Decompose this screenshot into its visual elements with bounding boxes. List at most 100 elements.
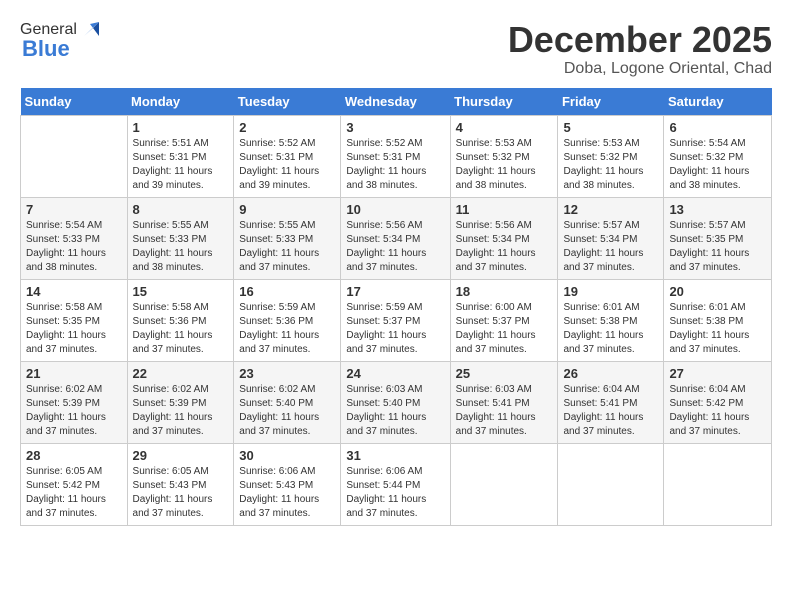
day-number: 25	[456, 366, 553, 381]
page-header: General Blue December 2025 Doba, Logone …	[20, 20, 772, 78]
day-info: Sunrise: 6:02 AM Sunset: 5:39 PM Dayligh…	[133, 383, 229, 439]
day-info: Sunrise: 5:58 AM Sunset: 5:36 PM Dayligh…	[133, 301, 229, 357]
day-number: 3	[346, 120, 444, 135]
logo: General Blue	[20, 20, 101, 62]
day-number: 8	[133, 202, 229, 217]
day-info: Sunrise: 5:54 AM Sunset: 5:33 PM Dayligh…	[26, 219, 122, 275]
day-cell: 15 Sunrise: 5:58 AM Sunset: 5:36 PM Dayli…	[127, 279, 234, 361]
day-cell	[664, 443, 772, 525]
header-friday: Friday	[558, 88, 664, 116]
day-cell	[558, 443, 664, 525]
day-number: 23	[239, 366, 335, 381]
day-cell: 5Sunrise: 5:53 AM Sunset: 5:32 PM Daylig…	[558, 115, 664, 197]
day-cell	[21, 115, 128, 197]
day-info: Sunrise: 5:55 AM Sunset: 5:33 PM Dayligh…	[133, 219, 229, 275]
day-info: Sunrise: 6:05 AM Sunset: 5:43 PM Dayligh…	[133, 465, 229, 521]
day-number: 1	[133, 120, 229, 135]
header-row: SundayMondayTuesdayWednesdayThursdayFrid…	[21, 88, 772, 116]
day-number: 12	[563, 202, 658, 217]
day-number: 17	[346, 284, 444, 299]
header-thursday: Thursday	[450, 88, 558, 116]
day-info: Sunrise: 5:57 AM Sunset: 5:35 PM Dayligh…	[669, 219, 766, 275]
day-info: Sunrise: 5:54 AM Sunset: 5:32 PM Dayligh…	[669, 137, 766, 193]
day-cell: 1 Sunrise: 5:51 AM Sunset: 5:31 PM Daylig…	[127, 115, 234, 197]
day-cell: 3 Sunrise: 5:52 AM Sunset: 5:31 PM Daylig…	[341, 115, 450, 197]
day-info: Sunrise: 6:05 AM Sunset: 5:42 PM Dayligh…	[26, 465, 122, 521]
day-cell: 11Sunrise: 5:56 AM Sunset: 5:34 PM Dayli…	[450, 197, 558, 279]
day-number: 13	[669, 202, 766, 217]
day-info: Sunrise: 6:06 AM Sunset: 5:43 PM Dayligh…	[239, 465, 335, 521]
day-number: 29	[133, 448, 229, 463]
day-cell: 13 Sunrise: 5:57 AM Sunset: 5:35 PM Dayli…	[664, 197, 772, 279]
day-info: Sunrise: 5:52 AM Sunset: 5:31 PM Dayligh…	[346, 137, 444, 193]
day-number: 30	[239, 448, 335, 463]
day-number: 5	[563, 120, 658, 135]
day-info: Sunrise: 5:59 AM Sunset: 5:36 PM Dayligh…	[239, 301, 335, 357]
day-cell: 20 Sunrise: 6:01 AM Sunset: 5:38 PM Dayli…	[664, 279, 772, 361]
week-row-3: 14 Sunrise: 5:58 AM Sunset: 5:35 PM Dayli…	[21, 279, 772, 361]
day-cell: 19 Sunrise: 6:01 AM Sunset: 5:38 PM Dayli…	[558, 279, 664, 361]
day-info: Sunrise: 5:58 AM Sunset: 5:35 PM Dayligh…	[26, 301, 122, 357]
day-cell: 16 Sunrise: 5:59 AM Sunset: 5:36 PM Dayli…	[234, 279, 341, 361]
day-number: 6	[669, 120, 766, 135]
header-wednesday: Wednesday	[341, 88, 450, 116]
day-cell: 2 Sunrise: 5:52 AM Sunset: 5:31 PM Daylig…	[234, 115, 341, 197]
day-number: 18	[456, 284, 553, 299]
day-info: Sunrise: 5:53 AM Sunset: 5:32 PM Dayligh…	[456, 137, 553, 193]
day-info: Sunrise: 6:01 AM Sunset: 5:38 PM Dayligh…	[563, 301, 658, 357]
day-info: Sunrise: 5:57 AM Sunset: 5:34 PM Dayligh…	[563, 219, 658, 275]
day-cell: 12 Sunrise: 5:57 AM Sunset: 5:34 PM Dayli…	[558, 197, 664, 279]
day-number: 9	[239, 202, 335, 217]
day-number: 21	[26, 366, 122, 381]
day-cell	[450, 443, 558, 525]
week-row-4: 21 Sunrise: 6:02 AM Sunset: 5:39 PM Dayli…	[21, 361, 772, 443]
day-number: 4	[456, 120, 553, 135]
day-cell: 17 Sunrise: 5:59 AM Sunset: 5:37 PM Dayli…	[341, 279, 450, 361]
day-number: 22	[133, 366, 229, 381]
day-number: 14	[26, 284, 122, 299]
day-cell: 10 Sunrise: 5:56 AM Sunset: 5:34 PM Dayli…	[341, 197, 450, 279]
day-info: Sunrise: 5:55 AM Sunset: 5:33 PM Dayligh…	[239, 219, 335, 275]
week-row-2: 7 Sunrise: 5:54 AM Sunset: 5:33 PM Daylig…	[21, 197, 772, 279]
header-monday: Monday	[127, 88, 234, 116]
week-row-1: 1 Sunrise: 5:51 AM Sunset: 5:31 PM Daylig…	[21, 115, 772, 197]
day-number: 2	[239, 120, 335, 135]
day-info: Sunrise: 5:59 AM Sunset: 5:37 PM Dayligh…	[346, 301, 444, 357]
day-cell: 6 Sunrise: 5:54 AM Sunset: 5:32 PM Daylig…	[664, 115, 772, 197]
day-number: 15	[133, 284, 229, 299]
day-info: Sunrise: 6:01 AM Sunset: 5:38 PM Dayligh…	[669, 301, 766, 357]
day-cell: 30 Sunrise: 6:06 AM Sunset: 5:43 PM Dayli…	[234, 443, 341, 525]
day-number: 19	[563, 284, 658, 299]
calendar-header: SundayMondayTuesdayWednesdayThursdayFrid…	[21, 88, 772, 116]
day-info: Sunrise: 6:00 AM Sunset: 5:37 PM Dayligh…	[456, 301, 553, 357]
calendar-body: 1 Sunrise: 5:51 AM Sunset: 5:31 PM Daylig…	[21, 115, 772, 525]
day-cell: 8 Sunrise: 5:55 AM Sunset: 5:33 PM Daylig…	[127, 197, 234, 279]
header-saturday: Saturday	[664, 88, 772, 116]
day-cell: 31Sunrise: 6:06 AM Sunset: 5:44 PM Dayli…	[341, 443, 450, 525]
day-number: 7	[26, 202, 122, 217]
day-number: 16	[239, 284, 335, 299]
day-cell: 29 Sunrise: 6:05 AM Sunset: 5:43 PM Dayli…	[127, 443, 234, 525]
day-info: Sunrise: 5:56 AM Sunset: 5:34 PM Dayligh…	[456, 219, 553, 275]
title-area: December 2025 Doba, Logone Oriental, Cha…	[508, 20, 772, 78]
day-number: 10	[346, 202, 444, 217]
header-sunday: Sunday	[21, 88, 128, 116]
day-info: Sunrise: 6:04 AM Sunset: 5:42 PM Dayligh…	[669, 383, 766, 439]
day-cell: 9 Sunrise: 5:55 AM Sunset: 5:33 PM Daylig…	[234, 197, 341, 279]
day-number: 26	[563, 366, 658, 381]
day-info: Sunrise: 5:52 AM Sunset: 5:31 PM Dayligh…	[239, 137, 335, 193]
day-number: 20	[669, 284, 766, 299]
location: Doba, Logone Oriental, Chad	[508, 60, 772, 78]
day-cell: 27 Sunrise: 6:04 AM Sunset: 5:42 PM Dayli…	[664, 361, 772, 443]
day-cell: 25Sunrise: 6:03 AM Sunset: 5:41 PM Dayli…	[450, 361, 558, 443]
day-cell: 28 Sunrise: 6:05 AM Sunset: 5:42 PM Dayli…	[21, 443, 128, 525]
day-number: 28	[26, 448, 122, 463]
day-info: Sunrise: 5:56 AM Sunset: 5:34 PM Dayligh…	[346, 219, 444, 275]
day-cell: 26Sunrise: 6:04 AM Sunset: 5:41 PM Dayli…	[558, 361, 664, 443]
calendar-table: SundayMondayTuesdayWednesdayThursdayFrid…	[20, 88, 772, 526]
header-tuesday: Tuesday	[234, 88, 341, 116]
day-number: 27	[669, 366, 766, 381]
day-info: Sunrise: 5:51 AM Sunset: 5:31 PM Dayligh…	[133, 137, 229, 193]
logo-icon	[79, 18, 101, 40]
day-number: 24	[346, 366, 444, 381]
